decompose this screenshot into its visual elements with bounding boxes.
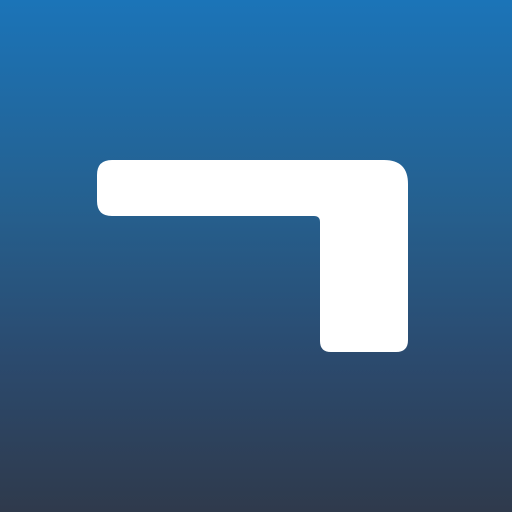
app-icon-background	[0, 0, 512, 512]
logo-mark-icon	[97, 160, 408, 352]
logo-mark-shape	[97, 160, 408, 352]
